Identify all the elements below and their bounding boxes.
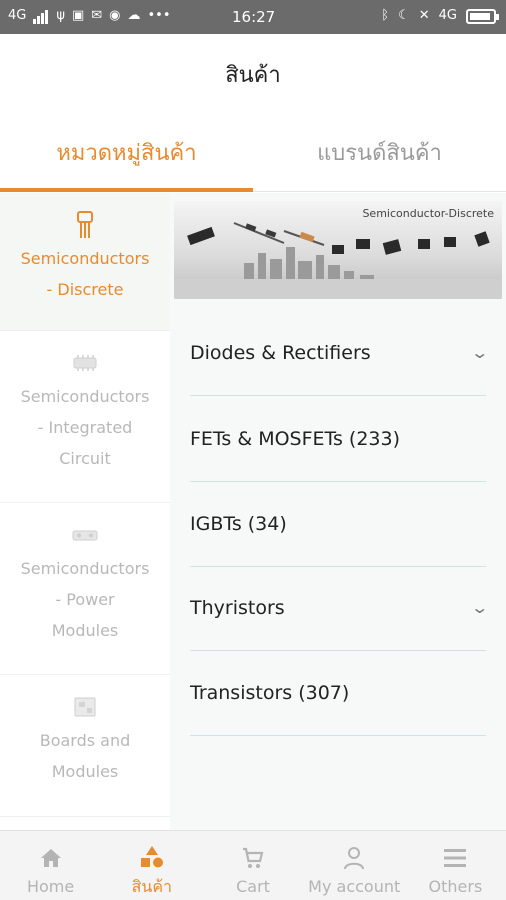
chevron-down-icon[interactable]: ⌄	[470, 343, 489, 362]
mail-icon: ✉	[91, 8, 103, 23]
subcategory-label: Transistors (307)	[190, 681, 350, 704]
bluetooth-icon: ᛒ	[381, 8, 390, 23]
nav-label: Others	[428, 877, 483, 896]
cloud-icon: ☁	[127, 8, 141, 23]
subcategory-panel: Semiconductor-Discrete Diodes & Rectifie…	[170, 193, 506, 830]
subcategory-transistors[interactable]: Transistors (307)	[190, 650, 486, 736]
clock: 16:27	[232, 8, 276, 26]
shapes-icon	[139, 845, 165, 869]
nav-label: Home	[26, 877, 75, 896]
category-sidebar: Semiconductors - Discrete Semiconductors…	[0, 193, 170, 830]
category-label: Semiconductors	[20, 249, 150, 268]
category-label: - Discrete	[46, 280, 124, 299]
network-type-left: 4G	[8, 8, 27, 23]
network-type-right: 4G	[438, 8, 457, 23]
battery-icon	[466, 8, 499, 24]
category-label: Semiconductors	[20, 387, 150, 406]
tab-bar: หมวดหมู่สินค้า แบรนด์สินค้า	[0, 114, 506, 192]
status-bar: 4G ψ ▣ ✉ ◉ ☁ ••• 16:27 ᛒ ☾ ✕ 4G	[0, 0, 506, 34]
chevron-down-icon[interactable]: ⌄	[470, 598, 489, 617]
do-not-disturb-icon: ☾	[398, 8, 410, 23]
nav-home[interactable]: Home	[0, 831, 101, 900]
status-left: 4G ψ ▣ ✉ ◉ ☁ •••	[8, 7, 171, 25]
nav-others[interactable]: Others	[405, 831, 506, 900]
battery-level	[470, 12, 490, 20]
cart-icon	[241, 845, 265, 871]
tab-brands[interactable]: แบรนด์สินค้า	[253, 114, 506, 191]
more-notifications-icon: •••	[147, 8, 171, 23]
subcategory-thyristors[interactable]: Thyristors ⌄	[190, 565, 489, 651]
user-icon	[343, 845, 365, 871]
category-label: - Power	[55, 590, 115, 609]
status-right: ᛒ ☾ ✕ 4G	[381, 7, 499, 25]
usb-icon: ψ	[56, 8, 65, 23]
category-banner: Semiconductor-Discrete	[174, 201, 502, 299]
nav-label: Cart	[236, 877, 270, 896]
transistor-icon	[75, 211, 95, 239]
category-semiconductors-power[interactable]: Semiconductors - Power Modules	[0, 503, 170, 675]
nav-label: สินค้า	[131, 877, 172, 896]
tab-categories[interactable]: หมวดหมู่สินค้า	[0, 114, 253, 192]
banner-title: Semiconductor-Discrete	[362, 207, 494, 220]
category-label: Semiconductors	[20, 559, 150, 578]
category-label: Modules	[51, 762, 119, 781]
category-semiconductors-discrete[interactable]: Semiconductors - Discrete	[0, 193, 170, 331]
power-module-icon	[70, 521, 100, 549]
nav-my-account[interactable]: My account	[304, 831, 405, 900]
category-label: - Integrated	[37, 418, 133, 437]
ic-chip-icon	[70, 349, 100, 377]
signal-icon	[33, 8, 49, 24]
bottom-nav: Home สินค้า Cart My account Others	[0, 830, 506, 900]
category-label: Boards and	[39, 731, 131, 750]
board-icon	[72, 693, 98, 721]
nav-products[interactable]: สินค้า	[101, 831, 202, 900]
subcategory-label: Thyristors	[190, 596, 285, 619]
subcategory-label: IGBTs (34)	[190, 512, 287, 535]
silent-icon: ✕	[418, 8, 430, 23]
nav-label: My account	[308, 877, 401, 896]
subcategory-label: FETs & MOSFETs (233)	[190, 427, 401, 450]
menu-icon	[443, 845, 467, 871]
category-semiconductors-ic[interactable]: Semiconductors - Integrated Circuit	[0, 331, 170, 503]
home-icon	[39, 845, 63, 871]
category-boards-modules[interactable]: Boards and Modules	[0, 675, 170, 817]
nav-cart[interactable]: Cart	[202, 831, 303, 900]
category-label: Circuit	[59, 449, 111, 468]
category-label: Modules	[51, 621, 119, 640]
app-header: สินค้า	[0, 34, 506, 114]
subcategory-igbts[interactable]: IGBTs (34)	[190, 481, 486, 567]
app-notification-icon: ▣	[71, 8, 85, 23]
subcategory-label: Diodes & Rectifiers	[190, 341, 371, 364]
chrome-icon: ◉	[109, 8, 121, 23]
subcategory-diodes[interactable]: Diodes & Rectifiers ⌄	[190, 310, 489, 396]
page-title: สินค้า	[225, 62, 281, 88]
subcategory-fets[interactable]: FETs & MOSFETs (233)	[190, 396, 486, 482]
